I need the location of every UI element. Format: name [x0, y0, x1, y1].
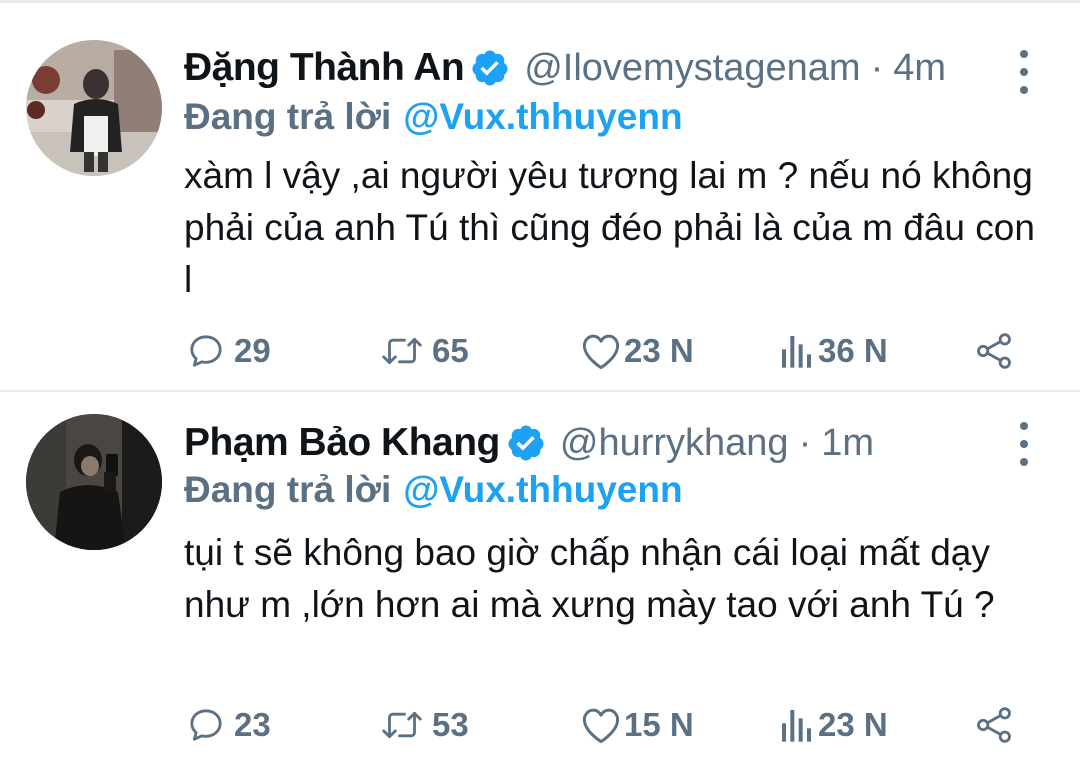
tweet-header: Phạm Bảo Khang @hurrykhang · 1m [184, 413, 874, 473]
avatar[interactable] [26, 414, 162, 550]
display-name[interactable]: Phạm Bảo Khang [184, 421, 500, 465]
reply-count: 29 [234, 332, 271, 369]
retweet-icon [382, 337, 422, 365]
separator-dot: · [798, 421, 812, 464]
views-count: 36 N [818, 332, 888, 369]
reply-button[interactable]: 29 [186, 326, 271, 376]
separator-dot: · [870, 46, 884, 89]
replying-to: Đang trả lời @Vux.thhuyenn [184, 92, 683, 142]
replying-to-handle[interactable]: @Vux.thhuyenn [403, 96, 682, 138]
share-button[interactable] [974, 700, 1014, 750]
reply-icon [190, 709, 222, 741]
retweet-button[interactable]: 53 [380, 700, 469, 750]
like-button[interactable]: 15 N [580, 700, 694, 750]
views-button[interactable]: 23 N [780, 700, 888, 750]
reply-icon [190, 335, 222, 367]
verified-badge-icon [472, 50, 508, 86]
like-count: 23 N [624, 332, 694, 369]
like-icon [582, 334, 620, 370]
avatar[interactable] [26, 40, 162, 176]
user-handle[interactable]: @hurrykhang [560, 422, 789, 465]
replying-to-label: Đang trả lời [184, 96, 392, 137]
more-vertical-icon[interactable] [1006, 422, 1042, 466]
views-count: 23 N [818, 706, 888, 743]
replying-to: Đang trả lời @Vux.thhuyenn [184, 465, 683, 515]
tweet-text: xàm l vậy ,ai người yêu tương lai m ? nế… [184, 155, 1035, 300]
tweet[interactable]: Đặng Thành An @Ilovemystagenam · 4m Đang… [0, 0, 1080, 392]
share-button[interactable] [974, 326, 1014, 376]
timestamp[interactable]: 1m [821, 422, 874, 465]
retweet-count: 65 [432, 332, 469, 369]
more-vertical-icon[interactable] [1006, 50, 1042, 94]
reply-count: 23 [234, 706, 271, 743]
share-icon [977, 707, 1011, 743]
tweet-text: tụi t sẽ không bao giờ chấp nhận cái loạ… [184, 532, 995, 625]
like-icon [582, 708, 620, 744]
retweet-icon [382, 711, 422, 739]
user-handle[interactable]: @Ilovemystagenam [524, 47, 860, 90]
verified-badge-icon [508, 425, 544, 461]
timestamp[interactable]: 4m [893, 47, 946, 90]
share-icon [977, 333, 1011, 369]
replying-to-handle[interactable]: @Vux.thhuyenn [403, 469, 682, 511]
tweet[interactable]: Phạm Bảo Khang @hurrykhang · 1m Đang trả… [0, 392, 1080, 764]
display-name[interactable]: Đặng Thành An [184, 46, 465, 90]
retweet-count: 53 [432, 706, 469, 743]
tweet-actions: 23 53 15 N 23 N [0, 700, 1080, 750]
tweet-header: Đặng Thành An @Ilovemystagenam · 4m [184, 38, 946, 98]
views-icon [782, 336, 811, 368]
tweet-actions: 29 65 23 N 36 N [0, 326, 1080, 376]
like-button[interactable]: 23 N [580, 326, 694, 376]
reply-button[interactable]: 23 [186, 700, 271, 750]
replying-to-label: Đang trả lời [184, 469, 392, 510]
like-count: 15 N [624, 706, 694, 743]
views-icon [782, 710, 811, 742]
retweet-button[interactable]: 65 [380, 326, 469, 376]
views-button[interactable]: 36 N [780, 326, 888, 376]
